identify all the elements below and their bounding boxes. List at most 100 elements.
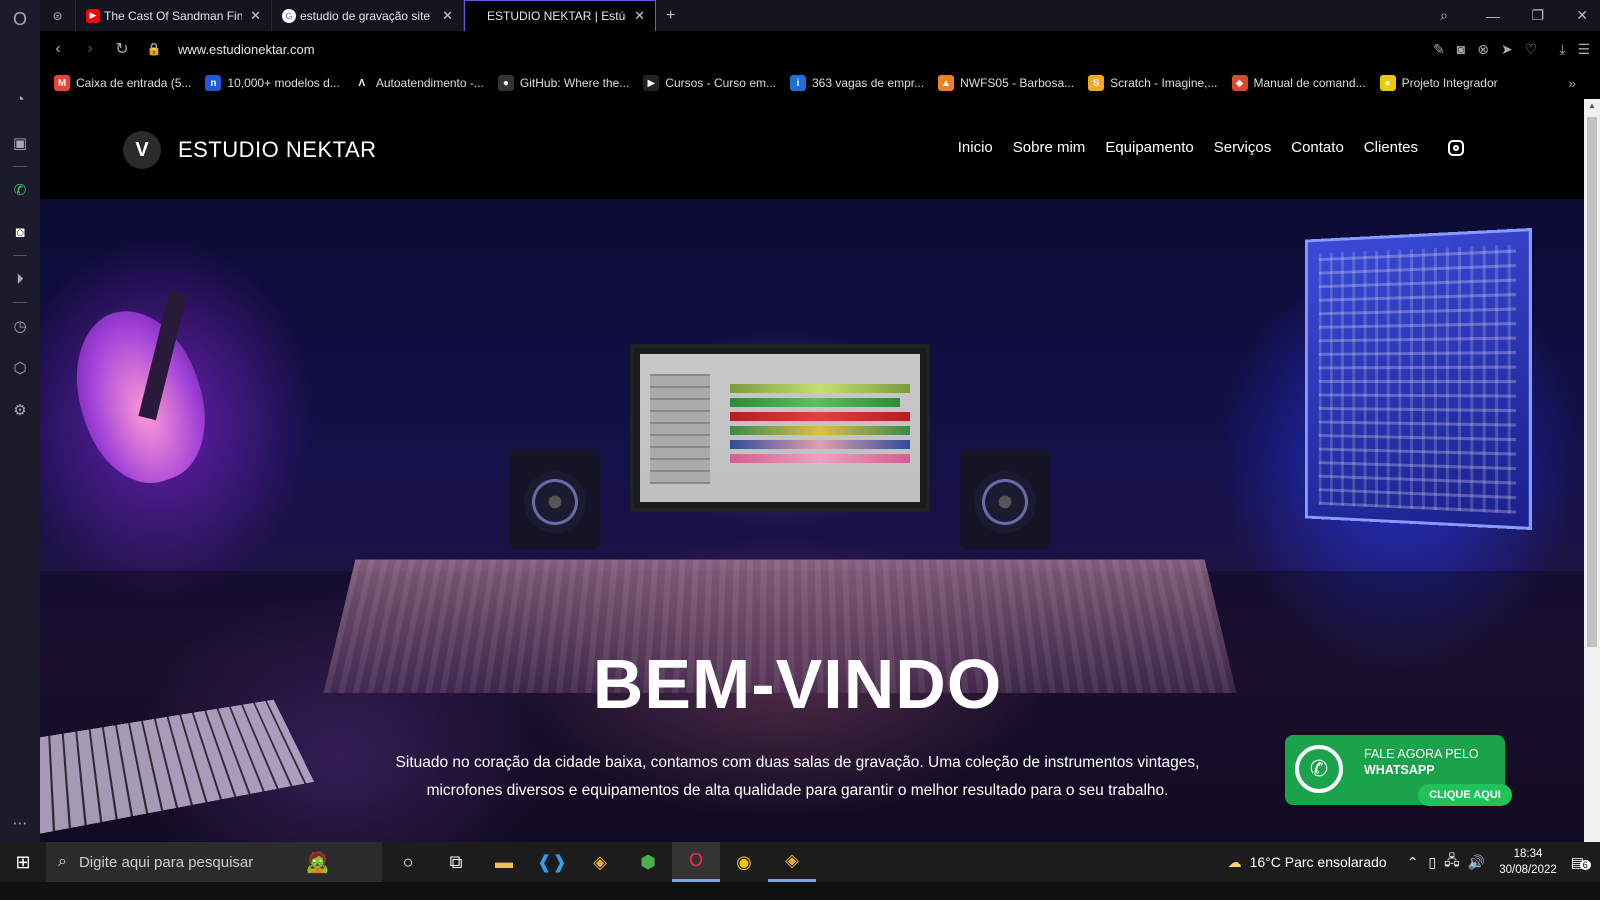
bookmark-item[interactable]: ◆ Manual de comand... xyxy=(1231,75,1366,91)
close-window-button[interactable]: ✕ xyxy=(1576,0,1588,31)
menu-icon[interactable]: ☰ xyxy=(1577,41,1590,58)
task-view-icon[interactable]: ⧉ xyxy=(432,842,480,882)
whatsapp-cta-button[interactable]: CLIQUE AQUI xyxy=(1418,784,1512,806)
block-icon[interactable]: ⊗ xyxy=(1477,41,1489,58)
weather-icon[interactable]: ☁ xyxy=(1228,854,1242,871)
reload-icon[interactable]: ↻ xyxy=(106,39,138,59)
git-icon[interactable]: ◈ xyxy=(576,842,624,882)
weather-text[interactable]: 16°C Parc ensolarado xyxy=(1250,854,1387,870)
clock-time: 18:34 xyxy=(1513,848,1543,860)
bookmark-label: NWFS05 - Barbosa... xyxy=(960,76,1075,90)
player-icon[interactable]: ⏵ xyxy=(0,264,40,294)
page-scrollbar[interactable]: ▲ ▼ xyxy=(1584,99,1600,859)
send-icon[interactable]: ➤ xyxy=(1501,41,1513,58)
notification-icon[interactable]: ▤ 6 xyxy=(1571,854,1591,871)
site-logo[interactable]: V xyxy=(123,131,161,169)
more-icon[interactable]: ⋯ xyxy=(0,808,40,838)
search-tabs-icon[interactable]: ⌕ xyxy=(1440,0,1448,31)
vscode-icon[interactable]: ❰❱ xyxy=(528,842,576,882)
whatsapp-icon[interactable]: ✆ xyxy=(0,175,40,205)
close-icon[interactable]: ✕ xyxy=(250,8,261,24)
synth-rack-image xyxy=(1305,227,1532,531)
minimize-button[interactable]: — xyxy=(1486,0,1500,31)
nav-sobre-mim[interactable]: Sobre mim xyxy=(1013,139,1086,156)
sidebar-divider xyxy=(13,302,27,303)
scratch-icon: S xyxy=(1088,75,1105,91)
nav-contato[interactable]: Contato xyxy=(1291,139,1344,156)
n-icon: n xyxy=(205,75,222,91)
opera-logo-icon[interactable]: O xyxy=(0,4,40,34)
download-icon[interactable]: ⤓ xyxy=(1559,41,1565,58)
back-icon[interactable]: ‹ xyxy=(42,40,74,58)
bookmark-item[interactable]: i 363 vagas de empr... xyxy=(790,75,924,91)
bookmarks-overflow-icon[interactable]: » xyxy=(1568,75,1576,91)
instagram-icon[interactable] xyxy=(1448,139,1464,156)
whatsapp-widget[interactable]: ✆ FALE AGORA PELO WHATSAPP CLIQUE AQUI xyxy=(1285,735,1512,806)
restore-button[interactable]: ❐ xyxy=(1531,0,1544,31)
windows-start-icon[interactable]: ⊞ xyxy=(0,852,46,873)
bookmark-item[interactable]: Λ Autoatendimento -... xyxy=(353,75,484,91)
whatsapp-line2: WHATSAPP xyxy=(1364,763,1435,777)
nodejs-icon[interactable]: ⬢ xyxy=(624,842,672,882)
file-explorer-icon[interactable]: ▬ xyxy=(480,842,528,882)
tab-title: estudio de gravação site - P xyxy=(300,8,435,23)
tab-workspaces[interactable]: ⊜ xyxy=(40,0,76,31)
bookmark-item[interactable]: S Scratch - Imagine,... xyxy=(1088,75,1218,91)
nav-equipamento[interactable]: Equipamento xyxy=(1105,139,1193,156)
bookmark-item[interactable]: ● Projeto Integrador xyxy=(1379,75,1498,91)
youtube-icon: ▶ xyxy=(86,8,100,23)
bag-icon[interactable]: ▣ xyxy=(0,128,40,158)
bookmark-item[interactable]: ● GitHub: Where the... xyxy=(497,75,629,91)
clock[interactable]: 18:34 30/08/2022 xyxy=(1499,846,1557,878)
lock-icon: 🔒 xyxy=(146,42,162,56)
edit-icon[interactable]: ✎ xyxy=(1433,41,1445,58)
scroll-thumb[interactable] xyxy=(1587,117,1597,647)
opera-icon[interactable]: O xyxy=(672,842,720,882)
extensions-icon[interactable]: ⬡ xyxy=(0,353,40,383)
heart-icon[interactable]: ♡ xyxy=(1525,41,1538,58)
taskbar-search[interactable]: ⌕ Digite aqui para pesquisar 🧟 xyxy=(46,842,382,882)
site-brand[interactable]: ESTUDIO NEKTAR xyxy=(178,137,377,163)
history-icon[interactable]: ◷ xyxy=(0,311,40,341)
bookmark-item[interactable]: n 10,000+ modelos d... xyxy=(205,75,340,91)
bookmark-item[interactable]: M Caixa de entrada (5... xyxy=(54,75,191,91)
bookmark-item[interactable]: ▲ NWFS05 - Barbosa... xyxy=(938,75,1074,91)
nav-clientes[interactable]: Clientes xyxy=(1364,139,1418,156)
git-gui-icon[interactable]: ◈ xyxy=(768,842,816,882)
network-icon[interactable]: 🖧 xyxy=(1444,850,1460,874)
nav-servicos[interactable]: Serviços xyxy=(1214,139,1272,156)
tab-google[interactable]: G estudio de gravação site - P ✕ xyxy=(272,0,464,31)
close-icon[interactable]: ✕ xyxy=(442,8,453,24)
git-icon: ◆ xyxy=(1231,75,1248,91)
tab-youtube[interactable]: ▶ The Cast Of Sandman Findi ✕ xyxy=(76,0,272,31)
a-icon: Λ xyxy=(353,75,370,91)
new-tab-button[interactable]: + xyxy=(656,0,685,31)
search-highlight-icon: 🧟 xyxy=(305,851,331,874)
settings-icon[interactable]: ⚙ xyxy=(0,395,40,425)
github-icon: ● xyxy=(497,75,514,91)
nav-inicio[interactable]: Inicio xyxy=(958,139,993,156)
camera-icon[interactable]: ◙ xyxy=(1457,41,1465,57)
info-icon: i xyxy=(790,75,806,91)
device-icon[interactable]: ▯ xyxy=(1428,854,1436,871)
play-icon: ▶ xyxy=(643,75,660,91)
bookmark-label: 10,000+ modelos d... xyxy=(227,76,340,90)
discord-icon[interactable]: ◙ xyxy=(0,217,40,247)
monitor-image xyxy=(630,344,930,512)
forward-icon[interactable]: › xyxy=(74,40,106,58)
url-field[interactable]: www.estudionektar.com xyxy=(178,42,315,57)
moodle-icon: ▲ xyxy=(938,75,955,91)
scroll-up-icon[interactable]: ▲ xyxy=(1584,101,1600,110)
bookmark-label: Projeto Integrador xyxy=(1401,76,1498,90)
bookmark-label: Manual de comand... xyxy=(1253,76,1366,90)
bookmark-item[interactable]: ▶ Cursos - Curso em... xyxy=(643,75,776,91)
system-tray: ☁ 16°C Parc ensolarado ⌃ ▯ 🖧 🔊 18:34 30/… xyxy=(1228,842,1600,882)
tab-estudio-nektar[interactable]: ESTUDIO NEKTAR | Estúdio ✕ xyxy=(464,0,656,31)
chrome-icon[interactable]: ◉ xyxy=(720,842,768,882)
volume-icon[interactable]: 🔊 xyxy=(1468,854,1485,871)
cortana-icon[interactable]: ○ xyxy=(384,842,432,882)
chevron-up-icon[interactable]: ⌃ xyxy=(1407,854,1419,871)
close-icon[interactable]: ✕ xyxy=(634,8,645,24)
speaker-right-image xyxy=(960,449,1050,549)
speed-dial-icon[interactable]: ◔ xyxy=(0,84,40,114)
